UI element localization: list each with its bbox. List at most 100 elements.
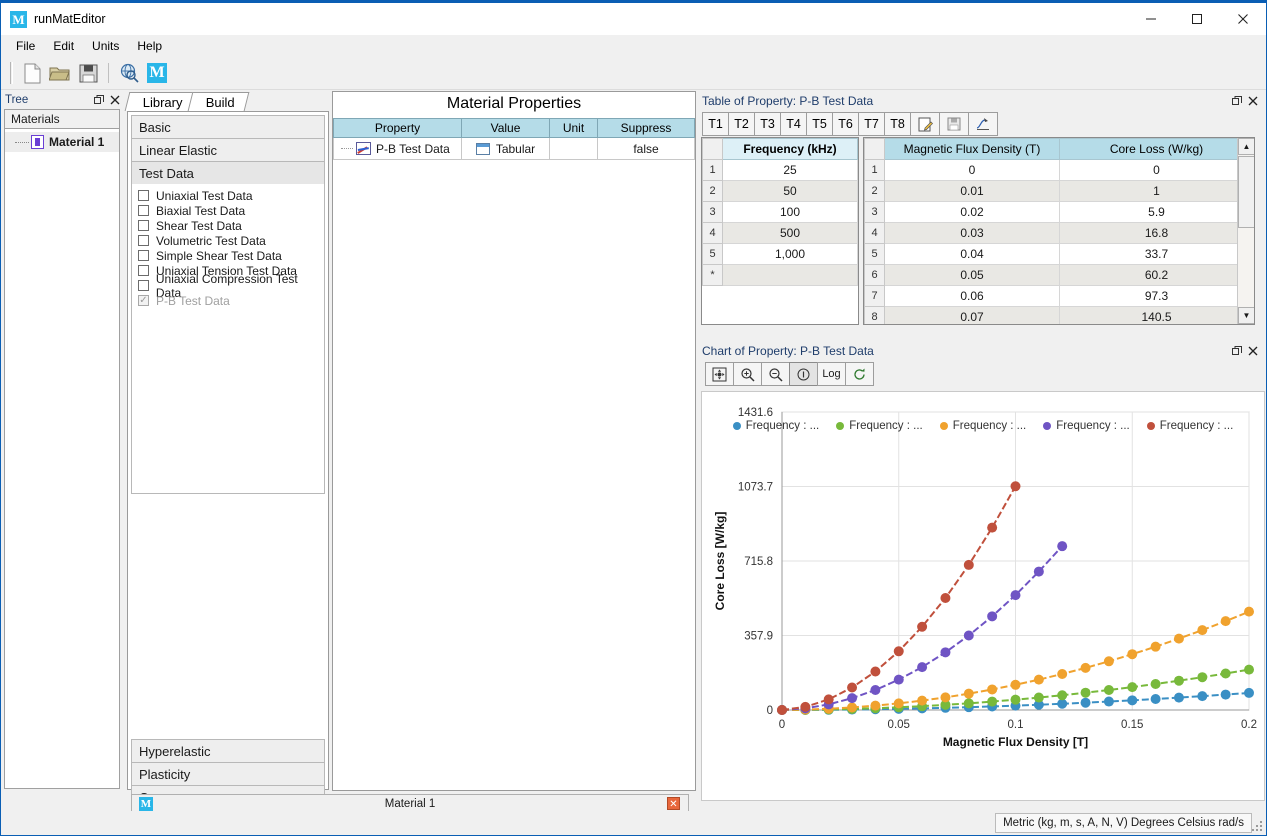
close-icon[interactable]: ✕	[667, 797, 680, 810]
checkitem-uniaxial-test-data[interactable]: Uniaxial Test Data	[138, 188, 324, 203]
button-t1[interactable]: T1	[702, 112, 729, 136]
checkbox-icon[interactable]	[138, 280, 149, 291]
table-row[interactable]: P-B Test Data Tabular false	[333, 137, 695, 160]
cell-core-loss[interactable]: 33.7	[1059, 243, 1254, 265]
cell-frequency[interactable]: 1,000	[722, 243, 858, 265]
table-row[interactable]: 3 100	[702, 201, 858, 223]
button-t7[interactable]: T7	[858, 112, 885, 136]
legend-item-4[interactable]: Frequency : ...	[1146, 420, 1233, 432]
checkitem-volumetric-test-data[interactable]: Volumetric Test Data	[138, 233, 324, 248]
cell-flux-density[interactable]: 0.02	[884, 201, 1060, 223]
pin-window-icon[interactable]	[1229, 93, 1245, 109]
category-hyperelastic[interactable]: Hyperelastic	[131, 739, 325, 763]
pin-window-icon[interactable]	[91, 92, 107, 108]
button-t5[interactable]: T5	[806, 112, 833, 136]
cell-value[interactable]: Tabular	[461, 137, 550, 160]
scrollbar-thumb[interactable]	[1238, 156, 1254, 228]
open-folder-icon[interactable]	[46, 59, 74, 87]
menu-item-edit[interactable]: Edit	[44, 37, 83, 55]
table-row[interactable]: 7 0.06 97.3	[864, 285, 1254, 307]
button-t6[interactable]: T6	[832, 112, 859, 136]
cell-flux-density[interactable]: 0.03	[884, 222, 1060, 244]
cell-suppress[interactable]: false	[597, 137, 695, 160]
cell-flux-density[interactable]: 0.06	[884, 285, 1060, 307]
legend-item-2[interactable]: Frequency : ...	[939, 420, 1026, 432]
resize-grip[interactable]	[1250, 819, 1264, 833]
cell-core-loss[interactable]: 60.2	[1059, 264, 1254, 286]
zoom-out-icon[interactable]	[761, 362, 790, 386]
engineering-data-sources-icon[interactable]	[115, 59, 143, 87]
menu-item-units[interactable]: Units	[83, 37, 128, 55]
fit-to-window-icon[interactable]	[705, 362, 734, 386]
cell-flux-density[interactable]: 0.07	[884, 306, 1060, 324]
checkbox-icon[interactable]	[138, 265, 149, 276]
scroll-up-icon[interactable]: ▲	[1238, 138, 1254, 155]
refresh-icon[interactable]	[845, 362, 874, 386]
menu-item-file[interactable]: File	[7, 37, 44, 55]
new-document-icon[interactable]	[18, 59, 46, 87]
cell-core-loss[interactable]: 16.8	[1059, 222, 1254, 244]
checkbox-icon[interactable]	[138, 190, 149, 201]
save-table-icon[interactable]	[939, 112, 969, 136]
cell-core-loss[interactable]: 97.3	[1059, 285, 1254, 307]
tree-item-material-1[interactable]: Material 1	[5, 132, 119, 152]
category-basic[interactable]: Basic	[131, 115, 325, 139]
table-row[interactable]: 1 25	[702, 159, 858, 181]
legend-item-0[interactable]: Frequency : ...	[732, 420, 819, 432]
cell-frequency[interactable]: 50	[722, 180, 858, 202]
cell-flux-density[interactable]: 0.05	[884, 264, 1060, 286]
legend-item-3[interactable]: Frequency : ...	[1043, 420, 1130, 432]
cell-frequency[interactable]: 25	[722, 159, 858, 181]
table-row[interactable]: 2 50	[702, 180, 858, 202]
cell-core-loss[interactable]: 1	[1059, 180, 1254, 202]
curve-fit-icon[interactable]	[968, 112, 998, 136]
cell-flux-density[interactable]: 0.04	[884, 243, 1060, 265]
cell-core-loss[interactable]: 5.9	[1059, 201, 1254, 223]
vertical-scrollbar[interactable]: ▲ ▼	[1237, 138, 1254, 324]
tab-library[interactable]: Library	[124, 92, 198, 111]
chart-canvas[interactable]: Frequency : ... Frequency : ... Frequency …	[701, 391, 1265, 801]
info-icon[interactable]	[789, 362, 818, 386]
checkitem-uniaxial-compression-test-data[interactable]: Uniaxial Compression Test Data	[138, 272, 324, 300]
tab-build[interactable]: Build	[187, 92, 250, 111]
mat-editor-icon[interactable]: M	[143, 59, 171, 87]
table-row[interactable]: 8 0.07 140.5	[864, 306, 1254, 324]
close-icon[interactable]	[1220, 3, 1266, 35]
save-icon[interactable]	[74, 59, 102, 87]
cell-core-loss[interactable]: 0	[1059, 159, 1254, 181]
close-icon[interactable]	[1245, 343, 1261, 359]
checkbox-icon[interactable]	[138, 235, 149, 246]
maximize-icon[interactable]	[1174, 3, 1220, 35]
cell-core-loss[interactable]: 140.5	[1059, 306, 1254, 324]
button-t3[interactable]: T3	[754, 112, 781, 136]
checkbox-icon[interactable]	[138, 220, 149, 231]
cell-flux-density[interactable]: 0	[884, 159, 1060, 181]
table-row[interactable]: 6 0.05 60.2	[864, 264, 1254, 286]
category-test-data[interactable]: Test Data	[131, 161, 325, 185]
table-row[interactable]: 3 0.02 5.9	[864, 201, 1254, 223]
table-row[interactable]: 2 0.01 1	[864, 180, 1254, 202]
toolbar-grip[interactable]	[10, 62, 13, 84]
zoom-in-icon[interactable]	[733, 362, 762, 386]
category-linear-elastic[interactable]: Linear Elastic	[131, 138, 325, 162]
legend-item-1[interactable]: Frequency : ...	[836, 420, 923, 432]
edit-table-icon[interactable]	[910, 112, 940, 136]
table-row[interactable]: 4 500	[702, 222, 858, 244]
category-plasticity[interactable]: Plasticity	[131, 762, 325, 786]
table-row-new[interactable]: *	[702, 264, 858, 286]
log-scale-button[interactable]: Log	[817, 362, 846, 386]
checkbox-icon[interactable]	[138, 205, 149, 216]
table-row[interactable]: 5 0.04 33.7	[864, 243, 1254, 265]
materials-root-header[interactable]: Materials	[4, 109, 120, 129]
table-row[interactable]: 100	[864, 159, 1254, 181]
frequency-grid[interactable]: Frequency (kHz) 1 25 2 50 3 100 4 500 5 1,000…	[701, 137, 859, 325]
close-icon[interactable]	[1245, 93, 1261, 109]
pin-window-icon[interactable]	[1229, 343, 1245, 359]
core-loss-grid[interactable]: Magnetic Flux Density (T) Core Loss (W/k…	[863, 137, 1255, 325]
table-row[interactable]: 4 0.03 16.8	[864, 222, 1254, 244]
button-t4[interactable]: T4	[780, 112, 807, 136]
checkbox-icon[interactable]	[138, 250, 149, 261]
checkitem-biaxial-test-data[interactable]: Biaxial Test Data	[138, 203, 324, 218]
menu-item-help[interactable]: Help	[128, 37, 171, 55]
cell-frequency[interactable]: 500	[722, 222, 858, 244]
